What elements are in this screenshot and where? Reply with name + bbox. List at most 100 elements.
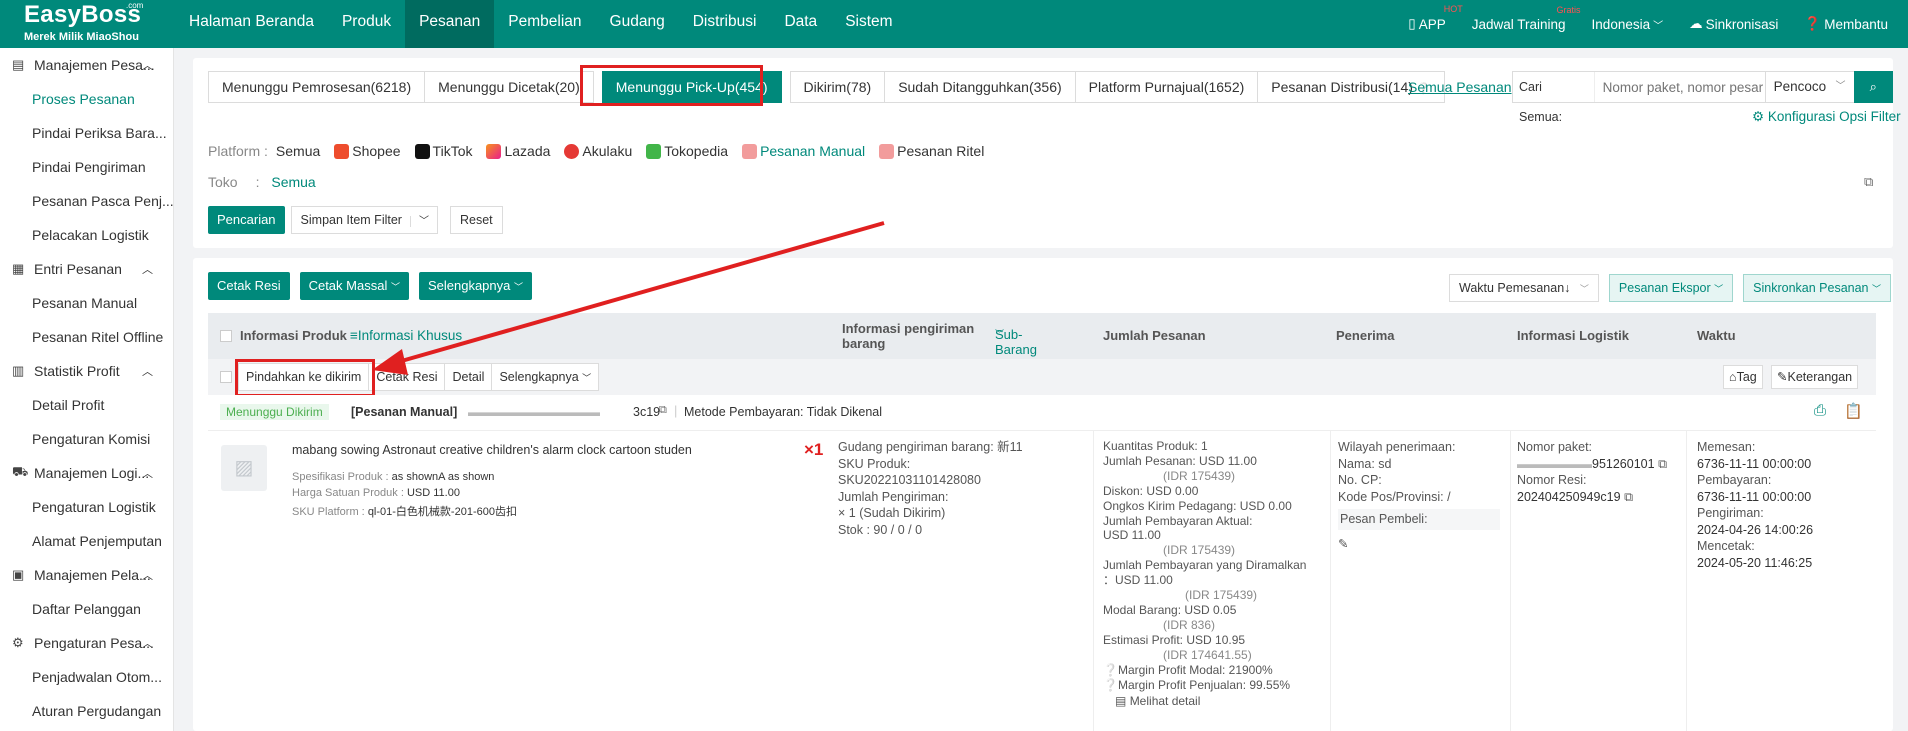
more-actions-button[interactable]: Selengkapnya ﹀ [418, 272, 533, 300]
header-product-info: Informasi Produk [240, 328, 347, 343]
filter-config-link[interactable]: ⚙ Konfigurasi Opsi Filter [1752, 109, 1901, 125]
sidebar-group-statistik-profit[interactable]: ▥ Statistik Profit ︿ [0, 354, 173, 388]
select-all-checkbox[interactable] [220, 330, 232, 342]
tab-platform-purnajual[interactable]: Platform Purnajual(1652) [1075, 71, 1259, 103]
help-link[interactable]: ❓ Membantu [1791, 16, 1908, 32]
nav-data[interactable]: Data [770, 0, 831, 48]
note-button[interactable]: ✎Keterangan [1771, 365, 1859, 389]
sidebar-group-entri-pesanan[interactable]: ▦ Entri Pesanan ︿ [0, 252, 173, 286]
platform-lazada[interactable]: Lazada [486, 143, 550, 159]
sidebar-item-pelacakan-logistik[interactable]: Pelacakan Logistik [0, 218, 173, 252]
search-button[interactable]: ⌕ [1853, 71, 1893, 103]
sidebar-item-pesanan-manual[interactable]: Pesanan Manual [0, 286, 173, 320]
platform-tokopedia[interactable]: Tokopedia [646, 143, 728, 159]
sidebar-item-pasca-penjualan[interactable]: Pesanan Pasca Penj... [0, 184, 173, 218]
sync-link[interactable]: ☁ Sinkronisasi [1676, 16, 1791, 32]
sidebar-item-proses-pesanan[interactable]: Proses Pesanan [0, 82, 173, 116]
platform-akulaku[interactable]: Akulaku [564, 143, 632, 159]
search-submit-button[interactable]: Pencarian [208, 206, 285, 234]
platform-all[interactable]: Semua [276, 143, 320, 159]
chevron-down-icon: ﹀ [514, 282, 524, 292]
question-icon: ❓ [1804, 16, 1822, 31]
training-link[interactable]: Jadwal Training Gratis [1459, 5, 1581, 32]
tab-menunggu-dicetak[interactable]: Menunggu Dicetak(20) [425, 71, 594, 103]
nav-distribusi[interactable]: Distribusi [679, 0, 771, 48]
nav-pembelian[interactable]: Pembelian [494, 0, 595, 48]
mass-print-button[interactable]: Cetak Massal ﹀ [299, 272, 409, 300]
sidebar-item-alamat-penjemputan[interactable]: Alamat Penjemputan [0, 524, 173, 558]
printer-icon[interactable]: ⎙ [1814, 402, 1826, 419]
row-more-button[interactable]: Selengkapnya ﹀ [492, 364, 598, 390]
app-link[interactable]: ▯ APP HOT [1395, 4, 1462, 32]
nav-home[interactable]: Halaman Beranda [175, 0, 328, 48]
collapse-icon[interactable]: ⧉ [1864, 174, 1873, 190]
sidebar-group-manajemen-pesanan[interactable]: ▤ Manajemen Pesa... ︿ [0, 48, 173, 82]
store-all-option[interactable]: Semua [271, 174, 315, 190]
sidebar-item-pengaturan-komisi[interactable]: Pengaturan Komisi [0, 422, 173, 456]
print-receipt-button[interactable]: Cetak Resi [208, 272, 290, 300]
clipboard-icon[interactable]: 📋 [1844, 402, 1863, 420]
language-select[interactable]: Indonesia ﹀ [1579, 17, 1677, 32]
platform-tiktok[interactable]: TikTok [414, 143, 472, 159]
product-title[interactable]: mabang sowing Astronaut creative childre… [292, 443, 692, 457]
time-info: Memesan: 6736-11-11 00:00:00 Pembayaran:… [1697, 440, 1814, 570]
sort-select[interactable]: Waktu Pemesanan↓ ﹀ [1449, 274, 1599, 302]
tab-ditangguhkan[interactable]: Sudah Ditangguhkan(356) [885, 71, 1076, 103]
hot-badge: HOT [1443, 4, 1463, 14]
receipt-icon: ▤ [1115, 694, 1127, 709]
chevron-down-icon: ﹀ [1871, 284, 1881, 294]
platform-pesanan-ritel[interactable]: Pesanan Ritel [879, 143, 984, 159]
tag-button[interactable]: ⌂Tag [1723, 365, 1763, 389]
sidebar-item-detail-profit[interactable]: Detail Profit [0, 388, 173, 422]
header-shipping-info: Informasi pengiriman [842, 321, 975, 336]
highlight-box-move [235, 359, 375, 397]
pencil-icon: ✎ [1777, 370, 1788, 384]
nav-gudang[interactable]: Gudang [596, 0, 679, 48]
sidebar-group-manajemen-logistik[interactable]: ⛟ Manajemen Logi... ︿ [0, 456, 173, 490]
platform-pesanan-manual[interactable]: Pesanan Manual [742, 143, 865, 159]
sidebar-group-pengaturan-pesanan[interactable]: ⚙ Pengaturan Pesa... ︿ [0, 626, 173, 660]
nav-sistem[interactable]: Sistem [831, 0, 906, 48]
tab-dikirim[interactable]: Dikirim(78) [789, 71, 886, 103]
export-orders-button[interactable]: Pesanan Ekspor ﹀ [1608, 274, 1734, 302]
list-icon: ▦ [12, 261, 25, 276]
sidebar-item-ritel-offline[interactable]: Pesanan Ritel Offline [0, 320, 173, 354]
tab-menunggu-pemrosesan[interactable]: Menunggu Pemrosesan(6218) [208, 71, 426, 103]
order-checkbox[interactable] [220, 371, 232, 383]
view-detail-link[interactable]: ▤ Melihat detail [1103, 694, 1333, 709]
reset-button[interactable]: Reset [449, 206, 503, 234]
chevron-up-icon: ︿ [142, 638, 153, 650]
chevron-down-icon: ﹀ [390, 282, 400, 292]
sidebar-item-pengaturan-logistik[interactable]: Pengaturan Logistik [0, 490, 173, 524]
copy-icon[interactable]: ⧉ [1658, 457, 1667, 471]
sidebar-item-penjadwalan[interactable]: Penjadwalan Otom... [0, 660, 173, 694]
match-mode-select[interactable]: Pencoco ﹀ [1764, 72, 1854, 102]
save-filter-button[interactable]: Simpan Item Filter ﹀ [290, 206, 438, 234]
top-navbar: EasyBoss .com Merek Milik MiaoShou Halam… [0, 0, 1908, 48]
logo-com: .com [126, 1, 144, 10]
sync-orders-button[interactable]: Sinkronkan Pesanan ﹀ [1743, 274, 1891, 302]
row-print-receipt-button[interactable]: Cetak Resi [369, 364, 446, 390]
order-status-tabs: Menunggu Pemrosesan(6218) Menunggu Dicet… [208, 71, 1445, 103]
detail-button[interactable]: Detail [445, 364, 493, 390]
sidebar-item-daftar-pelanggan[interactable]: Daftar Pelanggan [0, 592, 173, 626]
sidebar-item-pindai-periksa[interactable]: Pindai Periksa Bara... [0, 116, 173, 150]
sidebar-item-pindai-pengiriman[interactable]: Pindai Pengiriman [0, 150, 173, 184]
document-icon: ▤ [12, 57, 25, 72]
easyboss-logo[interactable]: EasyBoss .com Merek Milik MiaoShou [0, 0, 175, 48]
help-circle-icon: ❔ [1103, 677, 1118, 692]
edit-icon[interactable]: ✎ [1338, 536, 1508, 553]
sidebar-group-manajemen-pelanggan[interactable]: ▣ Manajemen Pela... ︿ [0, 558, 173, 592]
all-orders-link[interactable]: Semua Pesanan [1408, 79, 1512, 95]
chevron-up-icon: ︿ [142, 570, 153, 582]
nav-pesanan[interactable]: Pesanan [405, 0, 495, 48]
copy-icon[interactable]: ⧉ [1624, 490, 1633, 504]
nav-produk[interactable]: Produk [328, 0, 405, 48]
sidebar-item-aturan-pergudangan[interactable]: Aturan Pergudangan [0, 694, 173, 728]
masked-text: ▬▬▬▬▬▬ [1517, 456, 1592, 471]
special-info-link[interactable]: ≡Informasi Khusus [350, 328, 462, 343]
search-input[interactable] [1594, 79, 1765, 95]
payment-method: Metode Pembayaran: Tidak Dikenal [684, 405, 883, 419]
platform-shopee[interactable]: Shopee [334, 143, 401, 159]
copy-icon[interactable]: ⧉ [659, 404, 667, 417]
